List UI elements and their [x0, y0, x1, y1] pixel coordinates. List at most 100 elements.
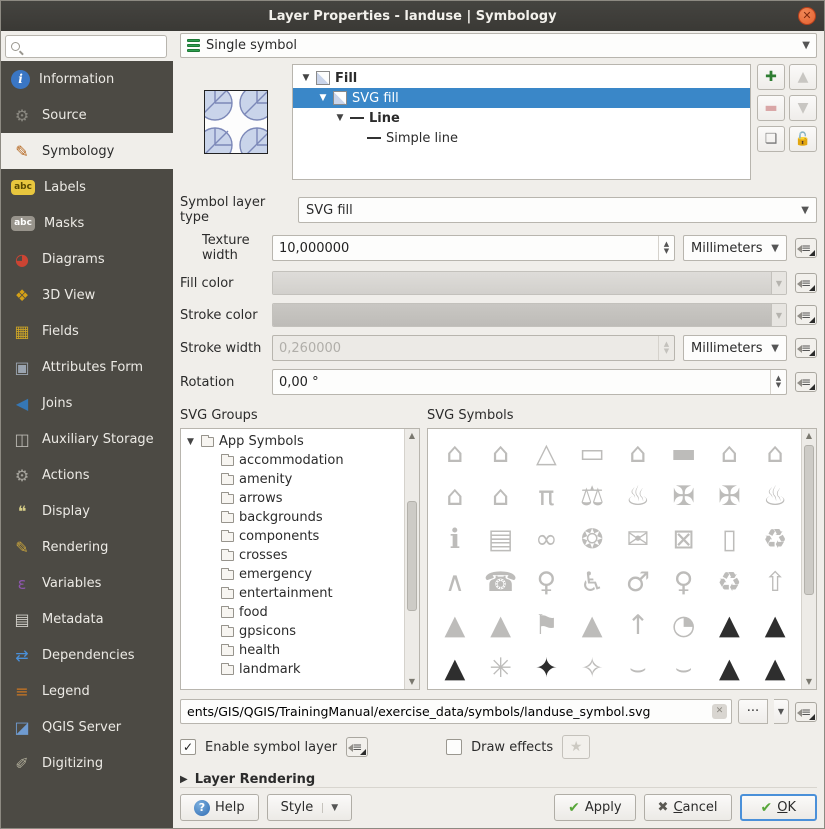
svg-symbol-north-arrow-ornate-2-icon[interactable]: ▲: [707, 648, 753, 689]
svg-symbol-recycle-icon[interactable]: ♻: [752, 519, 798, 560]
svg-symbol-arrow-dart-icon[interactable]: ▲: [569, 605, 615, 646]
svg-symbol-hotel-bed-icon[interactable]: ▬: [661, 433, 707, 474]
svg-symbol-chalet-icon[interactable]: ⌂: [478, 476, 524, 517]
symbol-tree-row-simple-line[interactable]: Simple line: [293, 128, 750, 148]
svg-symbol-arrow-up-icon[interactable]: ⇧: [752, 562, 798, 603]
svg-group-gpsicons[interactable]: gpsicons: [181, 622, 419, 641]
stroke-color-button[interactable]: ▼: [272, 303, 787, 327]
scrollbar-thumb[interactable]: [407, 501, 417, 611]
svg-symbol-bridge-dashed-icon[interactable]: ⌣: [615, 648, 661, 689]
svg-group-entertainment[interactable]: entertainment: [181, 584, 419, 603]
stroke-width-unit-select[interactable]: Millimeters ▼: [683, 335, 787, 361]
close-icon[interactable]: ✕: [798, 7, 816, 25]
style-button[interactable]: Style ▼: [267, 794, 353, 821]
expander-icon[interactable]: ▼: [318, 93, 328, 103]
svg-symbol-clock-icon[interactable]: ◔: [661, 605, 707, 646]
duplicate-symbol-layer-button[interactable]: ❏: [757, 126, 785, 152]
cancel-button[interactable]: ✖ Cancel: [644, 794, 732, 821]
svg-symbol-survey-tripod-icon[interactable]: ∧: [432, 562, 478, 603]
expander-icon[interactable]: ▼: [301, 73, 311, 83]
svg-symbol-caravan-icon[interactable]: ▭: [569, 433, 615, 474]
sidebar-item-dependencies[interactable]: ⇄Dependencies: [1, 637, 173, 673]
stroke-width-override-button[interactable]: ≡: [795, 338, 817, 358]
move-down-button[interactable]: ▼: [789, 95, 817, 121]
rotation-input[interactable]: [273, 370, 770, 394]
svg-symbol-scales-of-justice-icon[interactable]: ⚖: [569, 476, 615, 517]
sidebar-item-rendering[interactable]: ✎Rendering: [1, 529, 173, 565]
sidebar-item-digitizing[interactable]: ✐Digitizing: [1, 745, 173, 781]
sidebar-item-auxiliary-storage[interactable]: ◫Auxiliary Storage: [1, 421, 173, 457]
svg-group-food[interactable]: food: [181, 603, 419, 622]
svg-symbol-envelope-circle-icon[interactable]: ⊠: [661, 519, 707, 560]
svg-group-landmark[interactable]: landmark: [181, 660, 419, 679]
help-button[interactable]: ? Help: [180, 794, 259, 821]
svg-group-crosses[interactable]: crosses: [181, 546, 419, 565]
svg-group-health[interactable]: health: [181, 641, 419, 660]
symbol-tree-row-fill[interactable]: ▼Fill: [293, 68, 750, 88]
svg-group-amenity[interactable]: amenity: [181, 470, 419, 489]
svg-symbol-book-icon[interactable]: ▤: [478, 519, 524, 560]
svg-symbol-bridge-dashed-2-icon[interactable]: ⌣: [661, 648, 707, 689]
svg-symbol-north-arrow-ornate-icon[interactable]: ▲: [707, 605, 753, 646]
sidebar-item-3d-view[interactable]: ❖3D View: [1, 277, 173, 313]
svg-symbol-shelter-hiker-icon[interactable]: ⌂: [432, 433, 478, 474]
sidebar-item-symbology[interactable]: ✎Symbology: [1, 133, 173, 169]
svg-symbol-north-arrow-2-icon[interactable]: ▲: [752, 648, 798, 689]
expander-icon[interactable]: ▼: [187, 437, 196, 447]
sidebar-item-attributes-form[interactable]: ▣Attributes Form: [1, 349, 173, 385]
svg-symbol-handcuffs-icon[interactable]: ∞: [524, 519, 570, 560]
svg-symbol-fire-emblem-icon[interactable]: ✠: [661, 476, 707, 517]
svg-symbols-scrollbar[interactable]: ▲ ▼: [801, 429, 816, 689]
sidebar-item-information[interactable]: iInformation: [1, 61, 173, 97]
texture-width-unit-select[interactable]: Millimeters ▼: [683, 235, 787, 261]
symbol-tree-row-line[interactable]: ▼Line: [293, 108, 750, 128]
texture-width-input[interactable]: [273, 236, 658, 260]
fill-color-override-button[interactable]: ≡: [795, 273, 817, 293]
symbol-tree-row-svg-fill[interactable]: ▼SVG fill: [293, 88, 750, 108]
svg-symbol-fountain-icon[interactable]: ♨: [752, 476, 798, 517]
ok-button[interactable]: ✔ OK: [740, 794, 818, 821]
svg-symbol-telephone-icon[interactable]: ☎: [478, 562, 524, 603]
sidebar-item-qgis-server[interactable]: ◪QGIS Server: [1, 709, 173, 745]
enable-symbol-layer-override-button[interactable]: ≡: [346, 737, 368, 757]
sidebar-item-metadata[interactable]: ▤Metadata: [1, 601, 173, 637]
texture-width-override-button[interactable]: ≡: [795, 238, 817, 258]
svg-symbol-elevator-icon[interactable]: ▯: [707, 519, 753, 560]
stroke-color-override-button[interactable]: ≡: [795, 305, 817, 325]
rotation-override-button[interactable]: ≡: [795, 372, 817, 392]
svg-symbol-bench-icon[interactable]: π: [524, 476, 570, 517]
svg-group-components[interactable]: components: [181, 527, 419, 546]
svg-symbol-litter-bin-icon[interactable]: ♻: [707, 562, 753, 603]
svg-group-backgrounds[interactable]: backgrounds: [181, 508, 419, 527]
svg-symbol-rain-shelter-2-icon[interactable]: ⌂: [432, 476, 478, 517]
scroll-down-icon[interactable]: ▼: [802, 675, 816, 689]
svg-symbol-north-arrow-n-icon[interactable]: ▲: [432, 648, 478, 689]
sidebar-item-diagrams[interactable]: ◕Diagrams: [1, 241, 173, 277]
clear-path-icon[interactable]: ✕: [712, 704, 727, 719]
sidebar-item-variables[interactable]: εVariables: [1, 565, 173, 601]
sidebar-item-source[interactable]: ⚙Source: [1, 97, 173, 133]
symbol-layer-type-select[interactable]: SVG fill ▼: [298, 197, 817, 223]
svg-symbol-house-icon[interactable]: ⌂: [707, 433, 753, 474]
svg-symbol-sleeping-shelter-icon[interactable]: ⌂: [615, 433, 661, 474]
spin-arrows-icon[interactable]: ▲▼: [770, 370, 786, 394]
scroll-up-icon[interactable]: ▲: [405, 429, 419, 443]
svg-symbol-compass-rose-icon[interactable]: ✳: [478, 648, 524, 689]
browse-svg-button[interactable]: ...: [738, 699, 768, 724]
svg-symbol-women-wc-icon[interactable]: ♀: [661, 562, 707, 603]
sidebar-item-display[interactable]: ❝Display: [1, 493, 173, 529]
chevron-down-icon[interactable]: ▼: [771, 304, 786, 326]
svg-symbol-envelope-icon[interactable]: ✉: [615, 519, 661, 560]
remove-symbol-layer-button[interactable]: ▬: [757, 95, 785, 121]
add-symbol-layer-button[interactable]: ✚: [757, 64, 785, 90]
svg-symbol-flame-icon[interactable]: ♨: [615, 476, 661, 517]
enable-symbol-layer-checkbox[interactable]: ✓: [180, 739, 196, 755]
svg-symbol-north-arrow-icon[interactable]: ▲: [752, 605, 798, 646]
sidebar-item-fields[interactable]: ▦Fields: [1, 313, 173, 349]
sidebar-item-labels[interactable]: abcLabels: [1, 169, 173, 205]
sidebar-item-legend[interactable]: ≡Legend: [1, 673, 173, 709]
svg-path-input[interactable]: [187, 704, 712, 719]
svg-symbol-arrow-thin-icon[interactable]: ↑: [615, 605, 661, 646]
spin-arrows-icon[interactable]: ▲▼: [658, 236, 674, 260]
sidebar-item-joins[interactable]: ◀Joins: [1, 385, 173, 421]
